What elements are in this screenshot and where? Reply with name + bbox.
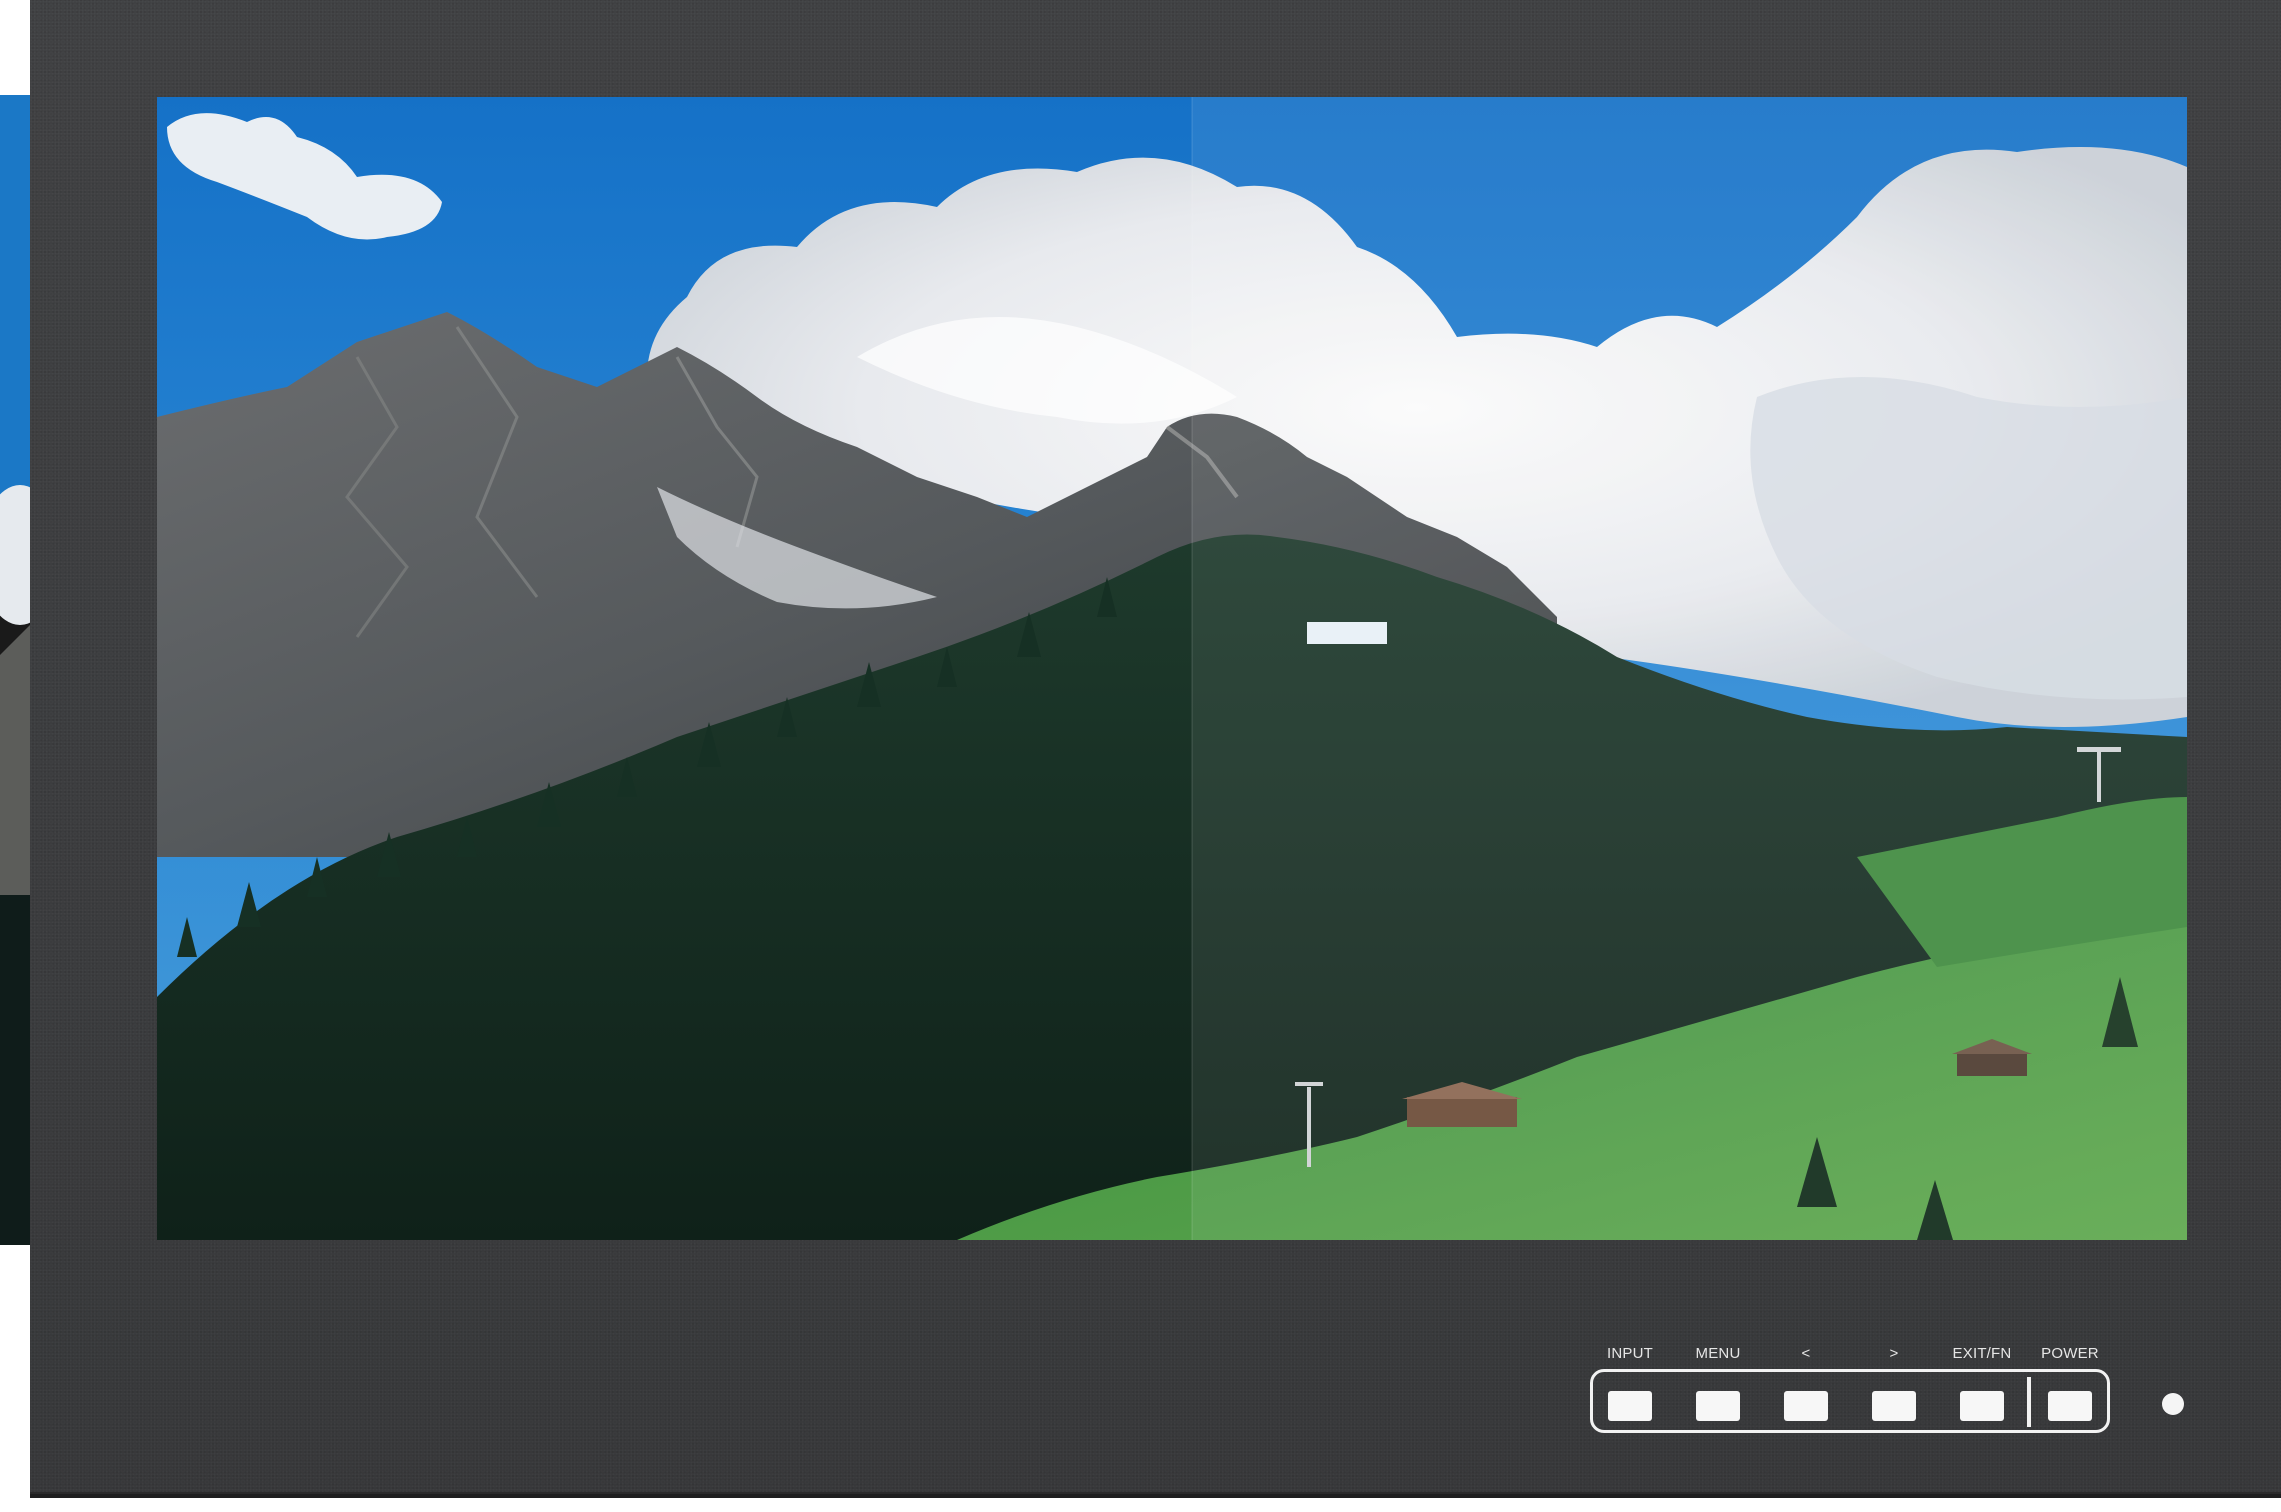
page: INPUT MENU < > EXIT/FN POWER [0,0,2281,1512]
exit-fn-label: EXIT/FN [1952,1345,2012,1362]
right-label: > [1889,1345,1899,1362]
input-label: INPUT [1607,1345,1653,1362]
power-button[interactable] [2048,1391,2092,1421]
power-divider [2027,1377,2031,1427]
left-button[interactable] [1784,1391,1828,1421]
exit-fn-button[interactable] [1960,1391,2004,1421]
input-button[interactable] [1608,1391,1652,1421]
right-button[interactable] [1872,1391,1916,1421]
menu-label: MENU [1695,1345,1741,1362]
monitor-screen [157,97,2187,1240]
menu-button[interactable] [1696,1391,1740,1421]
power-label: POWER [2041,1345,2099,1362]
left-label: < [1801,1345,1811,1362]
power-indicator-led [2162,1393,2184,1415]
monitor-control-panel: INPUT MENU < > EXIT/FN POWER [1590,1345,2115,1440]
button-bezel-frame [1590,1369,2110,1433]
